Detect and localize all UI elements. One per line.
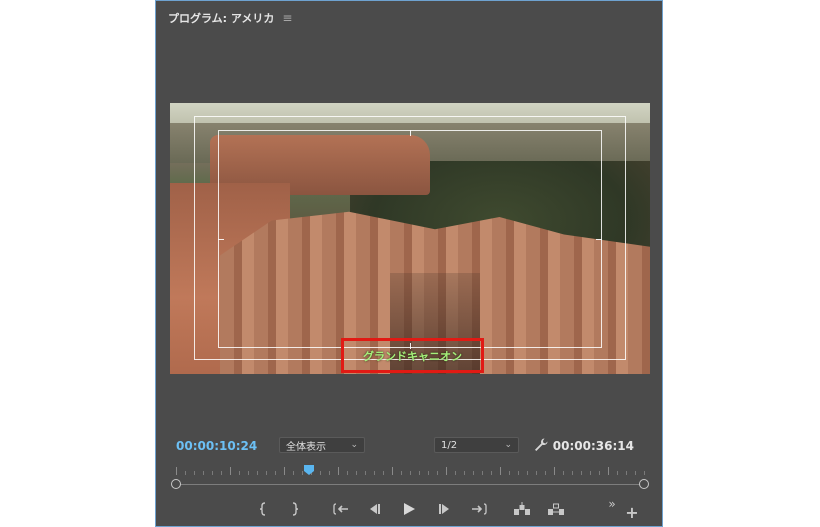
ruler-tick: [320, 471, 321, 475]
ruler-tick: [599, 471, 600, 475]
ruler-tick: [266, 471, 267, 475]
ruler-tick: [302, 471, 303, 475]
ruler-tick: [464, 471, 465, 475]
ruler-tick: [626, 471, 627, 475]
ruler-tick: [437, 471, 438, 475]
go-to-out-icon[interactable]: [469, 500, 489, 518]
ruler-tick: [410, 471, 411, 475]
ruler-tick: [293, 471, 294, 475]
ruler-tick: [257, 471, 258, 475]
panel-header: プログラム: アメリカ ≡: [168, 10, 292, 26]
add-button-icon[interactable]: +: [622, 503, 642, 522]
lift-icon[interactable]: [512, 500, 532, 518]
ruler-tick: [194, 471, 195, 475]
ruler-tick: [428, 471, 429, 475]
playback-resolution-select[interactable]: 1/2 ⌄: [434, 437, 519, 453]
panel-menu-icon[interactable]: ≡: [282, 11, 292, 25]
ruler-tick: [230, 467, 231, 475]
ruler-tick: [176, 467, 177, 475]
duration-timecode: 00:00:36:14: [552, 439, 634, 453]
extract-icon[interactable]: [546, 500, 566, 518]
play-icon[interactable]: [399, 500, 419, 518]
program-monitor-panel: プログラム: アメリカ ≡ グランドキャニオン 00:00:10:24 全体表示…: [155, 0, 663, 527]
current-timecode[interactable]: 00:00:10:24: [176, 439, 257, 453]
ruler-tick: [329, 471, 330, 475]
zoom-handle-right[interactable]: [639, 479, 649, 489]
go-to-in-icon[interactable]: [331, 500, 351, 518]
safe-guide-tick: [218, 239, 224, 240]
caption-text: グランドキャニオン: [363, 349, 462, 363]
playback-resolution-value: 1/2: [441, 439, 458, 451]
ruler-tick: [590, 471, 591, 475]
ruler-tick: [563, 471, 564, 475]
safe-guide-tick: [596, 239, 602, 240]
ruler-tick: [527, 471, 528, 475]
chevron-down-icon: ⌄: [504, 440, 512, 450]
ruler-tick: [275, 471, 276, 475]
ruler-tick: [374, 471, 375, 475]
ruler-tick: [203, 471, 204, 475]
ruler-tick: [491, 471, 492, 475]
zoom-scroll-track[interactable]: [180, 484, 642, 485]
ruler-tick: [365, 471, 366, 475]
ruler-tick: [347, 471, 348, 475]
step-forward-icon[interactable]: [435, 500, 455, 518]
ruler-tick: [572, 471, 573, 475]
time-ruler[interactable]: [176, 463, 645, 477]
ruler-tick: [401, 471, 402, 475]
ruler-tick: [392, 467, 393, 475]
ruler-tick: [338, 467, 339, 475]
ruler-tick: [248, 471, 249, 475]
video-preview: グランドキャニオン: [170, 103, 650, 374]
ruler-tick: [518, 471, 519, 475]
ruler-tick: [482, 471, 483, 475]
ruler-tick: [536, 471, 537, 475]
wrench-icon[interactable]: [532, 436, 550, 454]
ruler-tick: [473, 471, 474, 475]
ruler-tick: [644, 471, 645, 475]
ruler-tick: [419, 471, 420, 475]
ruler-tick: [608, 467, 609, 475]
zoom-level-value: 全体表示: [286, 441, 326, 453]
ruler-tick: [500, 467, 501, 475]
title-safe-guide: [218, 130, 602, 348]
mark-in-icon[interactable]: [253, 500, 273, 518]
more-icon[interactable]: »: [602, 495, 622, 513]
step-back-icon[interactable]: [364, 500, 384, 518]
ruler-tick: [383, 471, 384, 475]
ruler-tick: [212, 471, 213, 475]
zoom-handle-left[interactable]: [171, 479, 181, 489]
ruler-tick: [545, 471, 546, 475]
mark-out-icon[interactable]: [285, 500, 305, 518]
ruler-tick: [185, 471, 186, 475]
caption-highlight-box: グランドキャニオン: [341, 338, 484, 373]
ruler-tick: [455, 471, 456, 475]
ruler-tick: [239, 471, 240, 475]
panel-title: プログラム: アメリカ: [168, 12, 275, 25]
ruler-tick: [284, 467, 285, 475]
ruler-tick: [581, 471, 582, 475]
ruler-tick: [446, 467, 447, 475]
zoom-level-select[interactable]: 全体表示 ⌄: [279, 437, 365, 453]
chevron-down-icon: ⌄: [350, 440, 358, 450]
ruler-tick: [617, 471, 618, 475]
ruler-tick: [221, 471, 222, 475]
ruler-tick: [554, 467, 555, 475]
ruler-tick: [509, 471, 510, 475]
ruler-tick: [635, 471, 636, 475]
ruler-tick: [356, 471, 357, 475]
safe-guide-tick: [410, 130, 411, 136]
